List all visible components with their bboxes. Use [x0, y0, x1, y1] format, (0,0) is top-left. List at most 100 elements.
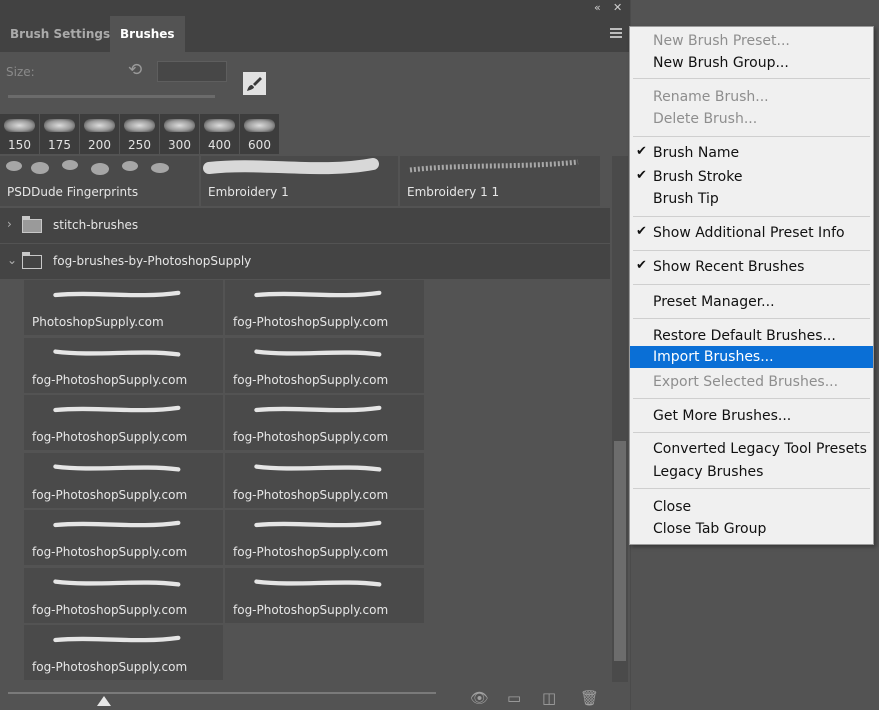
brush-stroke-preview: [53, 290, 181, 298]
brush-settings-toggle-button[interactable]: [243, 72, 266, 95]
menu-item-label: Brush Name: [653, 145, 740, 161]
chevron-right-icon[interactable]: ›: [7, 217, 12, 231]
brush-preset-label: fog-PhotoshopSupply.com: [233, 603, 389, 617]
recent-brush[interactable]: 600: [240, 114, 280, 154]
brush-preset[interactable]: PSDDude Fingerprints: [0, 156, 199, 206]
size-slider[interactable]: [8, 95, 215, 98]
recent-brush[interactable]: 300: [160, 114, 200, 154]
new-brush-icon[interactable]: ◫: [542, 689, 556, 707]
brush-preset-label: fog-PhotoshopSupply.com: [32, 488, 188, 502]
menu-item-label: Delete Brush...: [653, 111, 758, 127]
trash-icon[interactable]: 🗑: [580, 689, 599, 707]
brush-preset[interactable]: fog-PhotoshopSupply.com: [24, 625, 223, 680]
brush-preset-label: fog-PhotoshopSupply.com: [233, 315, 389, 329]
brush-preset[interactable]: fog-PhotoshopSupply.com: [24, 568, 223, 623]
brush-stroke-preview: [53, 520, 181, 528]
brush-preset-label: PhotoshopSupply.com: [32, 315, 164, 329]
menu-item-show-additional-preset-info[interactable]: ✔ Show Additional Preset Info: [630, 222, 873, 244]
menu-item-import-brushes[interactable]: Import Brushes...: [630, 346, 873, 368]
menu-item-get-more-brushes[interactable]: Get More Brushes...: [630, 405, 873, 427]
thumbnail-size-slider[interactable]: [8, 692, 436, 694]
recent-brush[interactable]: 150: [0, 114, 40, 154]
menu-item-new-brush-group[interactable]: New Brush Group...: [630, 52, 873, 74]
brush-tip-preview: [244, 119, 275, 132]
brush-group-stitch[interactable]: › stitch-brushes: [0, 208, 610, 243]
scrollbar-thumb[interactable]: [614, 441, 626, 661]
chevron-down-icon[interactable]: ⌄: [7, 253, 17, 267]
brush-preset[interactable]: fog-PhotoshopSupply.com: [225, 453, 424, 508]
brush-preset-label: fog-PhotoshopSupply.com: [233, 488, 389, 502]
brush-preset[interactable]: fog-PhotoshopSupply.com: [225, 568, 424, 623]
menu-item-label: Converted Legacy Tool Presets: [653, 441, 867, 457]
menu-separator: [633, 432, 870, 433]
panel-menu-icon[interactable]: [610, 28, 622, 40]
menu-item-restore-default-brushes[interactable]: Restore Default Brushes...: [630, 325, 873, 347]
recent-brush-size: 175: [48, 138, 71, 152]
fingerprint-stroke-preview: [6, 160, 169, 175]
menu-item-brush-tip[interactable]: Brush Tip: [630, 188, 873, 210]
recent-brush-size: 600: [248, 138, 271, 152]
menu-item-preset-manager[interactable]: Preset Manager...: [630, 291, 873, 313]
menu-item-label: Brush Stroke: [653, 169, 743, 185]
menu-separator: [633, 216, 870, 217]
menu-item-label: Preset Manager...: [653, 294, 775, 310]
menu-separator: [633, 78, 870, 79]
new-group-folder-icon[interactable]: ▭: [507, 689, 521, 707]
recent-brush[interactable]: 400: [200, 114, 240, 154]
reset-size-icon[interactable]: ⟲: [128, 60, 142, 80]
brush-preset[interactable]: fog-PhotoshopSupply.com: [225, 338, 424, 393]
menu-item-brush-stroke[interactable]: ✔ Brush Stroke: [630, 166, 873, 188]
size-input[interactable]: [157, 61, 227, 82]
brush-preset[interactable]: Embroidery 1: [201, 156, 398, 206]
menu-item-show-recent-brushes[interactable]: ✔ Show Recent Brushes: [630, 256, 873, 278]
brush-tip-preview: [84, 119, 115, 132]
collapse-icon[interactable]: «: [594, 0, 601, 16]
brush-preset[interactable]: fog-PhotoshopSupply.com: [24, 338, 223, 393]
menu-item-legacy-brushes[interactable]: Legacy Brushes: [630, 461, 873, 483]
checkmark-icon: ✔: [636, 224, 647, 239]
thumbnail-size-slider-handle[interactable]: [97, 696, 111, 706]
brush-tip-preview: [204, 119, 235, 132]
tab-brushes[interactable]: Brushes: [110, 16, 185, 52]
toggle-brush-preview-icon[interactable]: 👁: [470, 689, 489, 707]
checkmark-icon: ✔: [636, 144, 647, 159]
menu-item-brush-name[interactable]: ✔ Brush Name: [630, 142, 873, 164]
menu-item-close-tab-group[interactable]: Close Tab Group: [630, 518, 873, 540]
close-icon[interactable]: ✕: [613, 0, 622, 16]
checkmark-icon: ✔: [636, 168, 647, 183]
brush-stroke-preview: [53, 349, 181, 357]
brush-preset-label: fog-PhotoshopSupply.com: [32, 430, 188, 444]
brush-preset[interactable]: fog-PhotoshopSupply.com: [24, 453, 223, 508]
brush-group-fog[interactable]: ⌄ fog-brushes-by-PhotoshopSupply: [0, 244, 610, 279]
recent-brush[interactable]: 200: [80, 114, 120, 154]
brush-tip-preview: [44, 119, 75, 132]
folder-icon: [22, 216, 42, 233]
vertical-scrollbar[interactable]: [612, 156, 628, 682]
menu-item-label: Export Selected Brushes...: [653, 374, 839, 390]
recent-brush[interactable]: 250: [120, 114, 160, 154]
menu-item-label: Close: [653, 499, 692, 515]
menu-item-converted-legacy-tool-presets[interactable]: Converted Legacy Tool Presets: [630, 438, 873, 460]
brush-preset[interactable]: fog-PhotoshopSupply.com: [225, 280, 424, 335]
tab-brush-settings[interactable]: Brush Settings: [0, 16, 120, 52]
menu-separator: [633, 136, 870, 137]
brush-preset[interactable]: fog-PhotoshopSupply.com: [225, 510, 424, 565]
brush-preset-label: Embroidery 1 1: [407, 185, 500, 199]
brush-stroke-preview: [53, 405, 181, 413]
menu-separator: [633, 398, 870, 399]
brush-preset[interactable]: fog-PhotoshopSupply.com: [24, 510, 223, 565]
recent-brush[interactable]: 175: [40, 114, 80, 154]
folder-open-icon: [22, 252, 42, 269]
brush-stroke-preview: [254, 405, 382, 413]
brush-preset[interactable]: PhotoshopSupply.com: [24, 280, 223, 335]
brush-preset-label: fog-PhotoshopSupply.com: [32, 660, 188, 674]
checkmark-icon: ✔: [636, 258, 647, 273]
brush-preset[interactable]: fog-PhotoshopSupply.com: [24, 395, 223, 450]
menu-item-label: Get More Brushes...: [653, 408, 792, 424]
brush-preset[interactable]: Embroidery 1 1: [400, 156, 600, 206]
brush-preset-label: Embroidery 1: [208, 185, 289, 199]
brush-stroke-preview: [53, 579, 181, 587]
menu-item-close[interactable]: Close: [630, 496, 873, 518]
brush-preset[interactable]: fog-PhotoshopSupply.com: [225, 395, 424, 450]
menu-item-label: Show Recent Brushes: [653, 259, 805, 275]
